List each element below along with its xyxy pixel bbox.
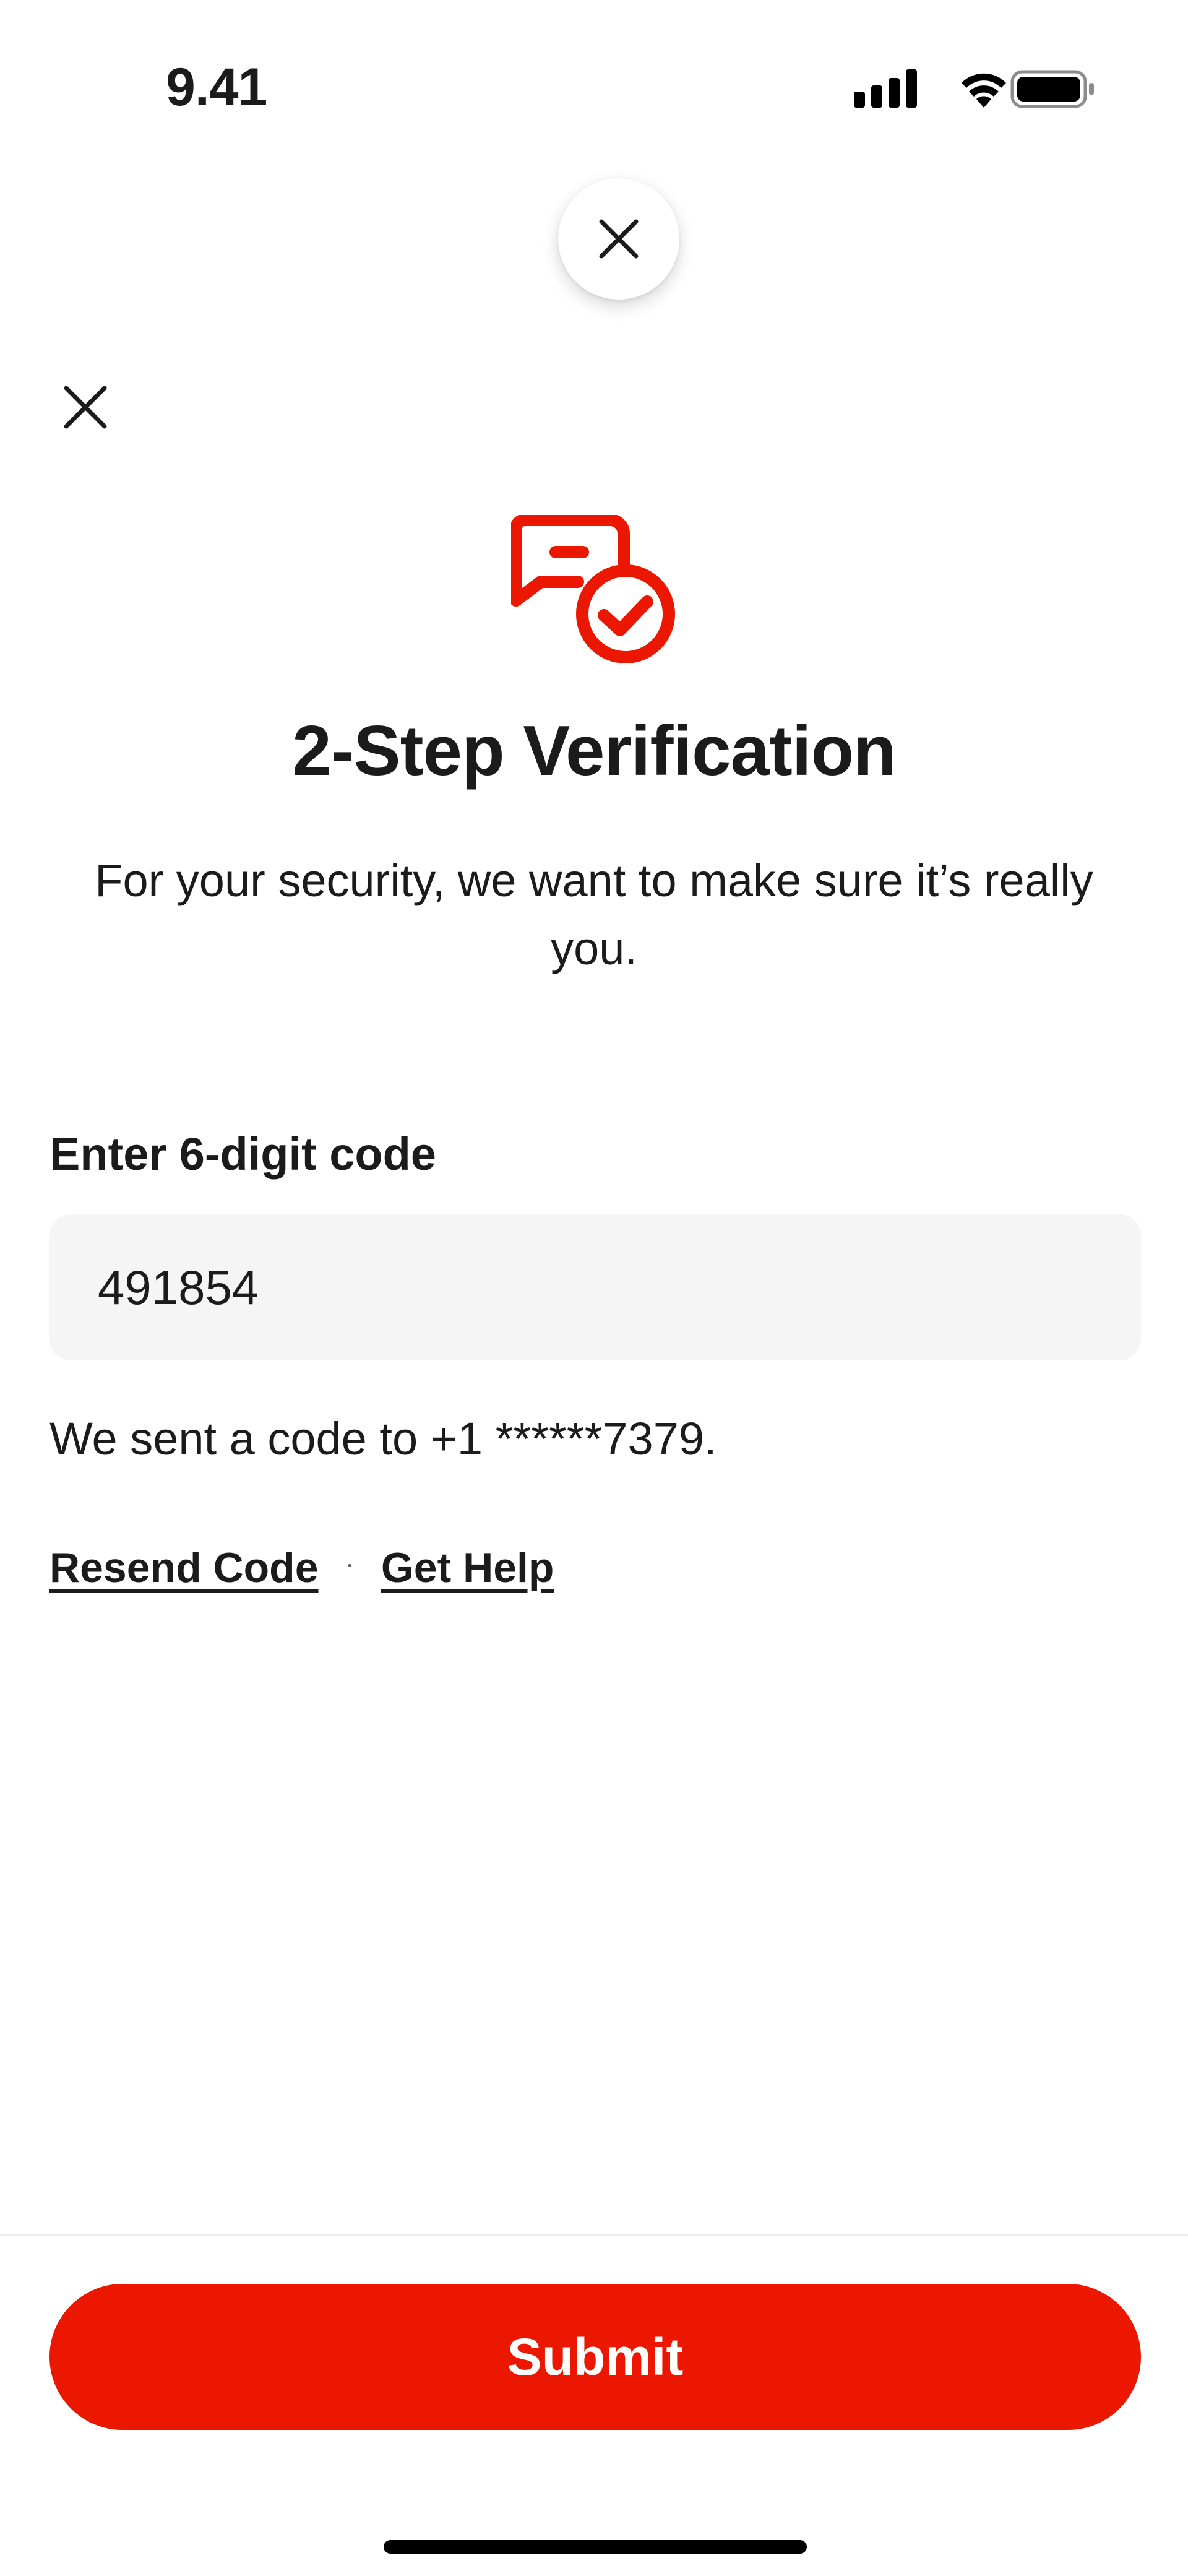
get-help-link[interactable]: Get Help [381,1544,554,1592]
close-icon [64,386,107,429]
battery-icon [1010,70,1094,108]
resend-code-link[interactable]: Resend Code [50,1544,319,1592]
status-time: 9.41 [166,58,267,117]
close-icon [599,219,639,259]
signal-icon [854,69,917,108]
chat-check-icon [511,515,675,663]
link-separator: · [345,1550,354,1578]
submit-button[interactable]: Submit [50,2284,1141,2430]
page-subtitle: For your security, we want to make sure … [95,855,1093,974]
status-icons [854,69,1094,108]
sent-code-message: We sent a code to +1 ******7379. [50,1413,717,1464]
code-input[interactable] [50,1214,1141,1360]
code-field-label: Enter 6-digit code [50,1128,436,1180]
footer-divider [0,2234,1188,2236]
help-links: Resend Code · Get Help [50,1544,554,1592]
close-button[interactable] [56,378,115,437]
home-indicator [384,2540,807,2554]
sheet-close-button[interactable] [558,178,679,300]
page-title: 2-Step Verification [292,712,897,790]
wifi-icon [962,73,1006,108]
